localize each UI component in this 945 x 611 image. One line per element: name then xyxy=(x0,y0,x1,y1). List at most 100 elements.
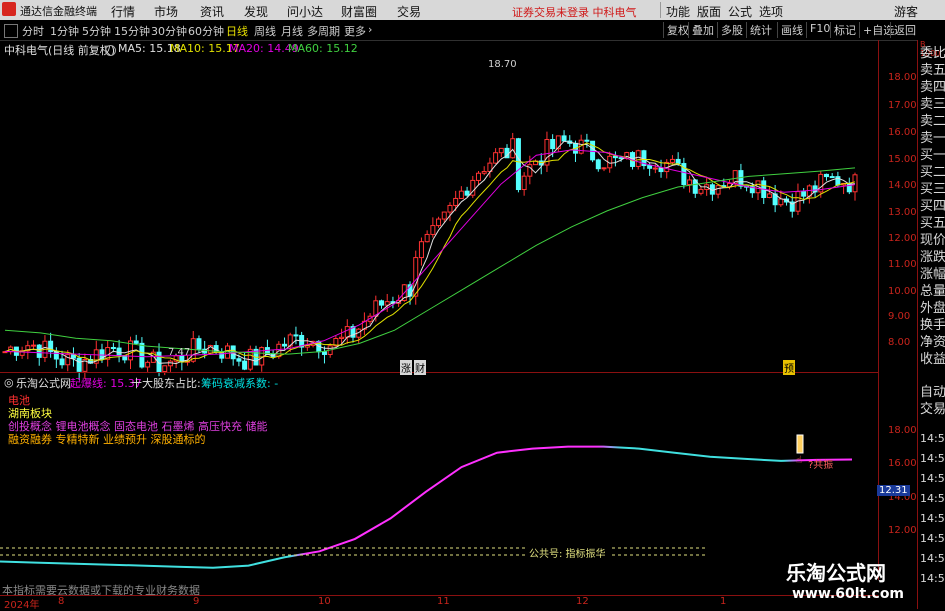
candle-body xyxy=(823,173,829,178)
tool-huaxian[interactable]: 画线 xyxy=(777,22,806,38)
ind-y-tick: 12.00 xyxy=(888,525,917,536)
quote-side-panel: B 1000 委比 卖五 卖四 卖三 卖二 卖一 买一 买二 买三 买四 买五 现价 涨跌 涨幅 总量 外盘换… xyxy=(917,40,945,609)
side-item: 买四 xyxy=(920,199,945,214)
candle-body xyxy=(379,300,385,306)
menu-shichang[interactable]: 市场 xyxy=(154,3,178,20)
side-time: 14:56 xyxy=(920,472,945,485)
period-weekly[interactable]: 周线 xyxy=(254,23,276,39)
menu-gongshi[interactable]: 公式 xyxy=(728,3,752,20)
side-auto-item[interactable]: 交易 xyxy=(920,402,945,418)
period-15min[interactable]: 15分钟 xyxy=(114,23,150,39)
candle-body xyxy=(339,336,345,340)
candle-body xyxy=(59,358,65,366)
candle-body xyxy=(612,155,618,159)
side-item: 买三 xyxy=(920,182,945,197)
candle-body xyxy=(515,138,521,191)
side-item: 卖三 xyxy=(920,97,945,112)
period-multi[interactable]: 多周期 xyxy=(307,23,340,39)
event-yu-badge[interactable]: 预 xyxy=(783,360,795,375)
menu-zixun[interactable]: 资讯 xyxy=(200,3,224,20)
menu-wenxiaoda[interactable]: 问小达 xyxy=(287,3,323,20)
layout-toggle-icon[interactable] xyxy=(4,24,18,38)
guest-login[interactable]: 游客 xyxy=(894,3,918,20)
ma5-line xyxy=(4,140,856,365)
candle-body xyxy=(595,159,601,170)
signal-marker xyxy=(796,434,804,454)
y-tick: 8.00 xyxy=(888,337,911,348)
menu-xuanxiang[interactable]: 选项 xyxy=(759,3,783,20)
side-item: 买五 xyxy=(920,216,945,231)
candle-body xyxy=(481,171,487,174)
tool-diejia[interactable]: 叠加 xyxy=(688,22,717,38)
menu-faxian[interactable]: 发现 xyxy=(244,3,268,20)
period-monthly[interactable]: 月线 xyxy=(281,23,303,39)
candle-body xyxy=(167,360,173,367)
candle-body xyxy=(550,139,556,150)
menu-jiaoyi[interactable]: 交易 xyxy=(397,3,421,20)
candle-body xyxy=(675,158,681,165)
period-fenshi[interactable]: 分时 xyxy=(22,23,44,39)
y-tick: 13.00 xyxy=(888,207,917,218)
event-cai-badge[interactable]: 财 xyxy=(414,360,426,375)
low-price-label: 7.47 xyxy=(168,347,191,358)
candle-body xyxy=(498,147,504,154)
tool-biaoji[interactable]: 标记 xyxy=(830,22,859,38)
menu-hangqing[interactable]: 行情 xyxy=(111,3,135,20)
more-arrow-icon[interactable]: › xyxy=(368,23,372,36)
watermark-url: www.60lt.com xyxy=(792,586,905,602)
side-item: 卖二 xyxy=(920,114,945,129)
y-tick: 18.00 xyxy=(888,72,917,83)
candle-body xyxy=(464,190,470,196)
side-item: 总量 xyxy=(920,284,945,299)
tool-duogu[interactable]: 多股 xyxy=(717,22,746,38)
candle-body xyxy=(430,225,436,235)
candle-body xyxy=(242,360,248,370)
candle-body xyxy=(453,197,459,206)
candle-body xyxy=(669,158,675,163)
side-item: 卖四 xyxy=(920,80,945,95)
candle-body xyxy=(413,257,419,297)
ind-y-tick: 18.00 xyxy=(888,425,917,436)
candle-body xyxy=(145,361,151,368)
menu-caifuquan[interactable]: 财富圈 xyxy=(341,3,377,20)
candle-body xyxy=(778,198,784,206)
side-item: 卖五 xyxy=(920,63,945,78)
candle-body xyxy=(475,172,481,181)
tool-tongji[interactable]: 统计 xyxy=(746,22,775,38)
side-time: 14:56 xyxy=(920,572,945,585)
side-item: 委比 xyxy=(920,46,945,61)
side-item: 收益 xyxy=(920,352,945,367)
divider xyxy=(660,2,661,18)
period-60min[interactable]: 60分钟 xyxy=(188,23,224,39)
period-1min[interactable]: 1分钟 xyxy=(50,23,79,39)
side-item: 换手 xyxy=(920,318,945,333)
candle-body xyxy=(715,185,721,195)
side-auto-item[interactable]: 自动 xyxy=(920,385,945,401)
indicator-chart[interactable] xyxy=(0,385,878,580)
ind-y-tick: 16.00 xyxy=(888,458,917,469)
event-zhang-badge[interactable]: 涨 xyxy=(400,360,412,375)
candle-body xyxy=(236,358,242,362)
menu-gongneng[interactable]: 功能 xyxy=(666,3,690,20)
side-time: 14:56 xyxy=(920,552,945,565)
period-30min[interactable]: 30分钟 xyxy=(151,23,187,39)
menu-banmian[interactable]: 版面 xyxy=(697,3,721,20)
candle-body xyxy=(133,340,139,344)
ma10-line xyxy=(4,142,856,363)
period-daily[interactable]: 日线 xyxy=(226,23,248,39)
y-tick: 17.00 xyxy=(888,100,917,111)
candle-body xyxy=(441,211,447,220)
period-more[interactable]: 更多 xyxy=(344,23,366,39)
candle-body xyxy=(36,344,42,358)
period-5min[interactable]: 5分钟 xyxy=(82,23,111,39)
tool-fanhui[interactable]: 返回 xyxy=(890,22,919,38)
candle-body xyxy=(31,344,37,347)
side-time: 14:56 xyxy=(920,432,945,445)
candle-body xyxy=(282,343,288,347)
candle-body xyxy=(584,139,590,142)
high-price-label: 18.70 xyxy=(488,59,517,70)
price-chart[interactable] xyxy=(0,55,878,380)
side-time: 14:56 xyxy=(920,532,945,545)
candle-body xyxy=(458,190,464,199)
side-item: 卖一 xyxy=(920,131,945,146)
